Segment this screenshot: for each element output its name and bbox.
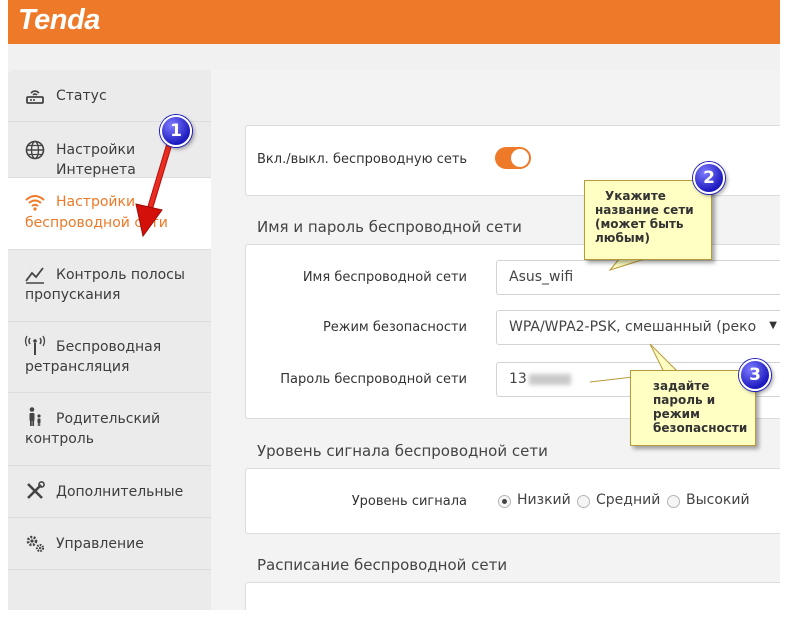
password-blur xyxy=(528,373,571,385)
security-mode-select[interactable]: WPA/WPA2-PSK, смешанный (реко ▼ xyxy=(496,310,780,345)
sidebar-item-label-line2: контроль xyxy=(25,431,94,447)
callout-3-line: безопасности xyxy=(653,421,748,435)
main-content: Вкл./выкл. беспроводную сеть Имя и парол… xyxy=(211,70,780,610)
section-title-signal: Уровень сигнала беспроводной сети xyxy=(257,442,548,460)
sidebar-item-label: Дополнительные xyxy=(56,484,184,500)
radio-signal-low-label: Низкий xyxy=(517,492,571,508)
annotation-badge-2: 2 xyxy=(693,162,725,194)
sidebar-item-advanced[interactable]: Дополнительные xyxy=(8,466,211,518)
security-mode-value: WPA/WPA2-PSK, смешанный (реко xyxy=(509,319,757,335)
app-header: Tenda xyxy=(8,0,780,44)
sidebar-item-label-line1: Настройки xyxy=(56,194,136,210)
callout-2-line: Укажите xyxy=(605,189,666,203)
sidebar-item-label-line1: Родительский xyxy=(56,411,161,427)
radio-signal-medium[interactable] xyxy=(577,495,590,508)
password-label: Пароль беспроводной сети xyxy=(280,372,467,387)
bandwidth-chart-icon xyxy=(25,267,44,284)
sidebar-item-status[interactable]: Статус xyxy=(8,70,211,122)
annotation-badge-1: 1 xyxy=(160,115,192,147)
tenda-logo[interactable]: Tenda xyxy=(18,4,100,37)
wifi-toggle-label: Вкл./выкл. беспроводную сеть xyxy=(257,152,468,167)
radio-signal-low[interactable] xyxy=(498,495,511,508)
sidebar-item-label-line2: ретрансляция xyxy=(25,359,130,375)
sidebar-item-label-line2: пропускания xyxy=(25,287,121,303)
annotation-callout-3: задайте пароль и режим безопасности xyxy=(630,370,756,446)
section-title-name-password: Имя и пароль беспроводной сети xyxy=(257,218,522,236)
signal-level-label: Уровень сигнала xyxy=(351,494,467,509)
antenna-icon xyxy=(24,335,46,355)
password-value: 13 xyxy=(509,371,527,387)
sidebar: Статус Настройки Интернета Настройки бес… xyxy=(8,70,211,610)
sidebar-item-label: Статус xyxy=(56,88,107,104)
annotation-badge-3: 3 xyxy=(739,359,771,391)
parent-child-icon xyxy=(29,407,41,426)
radio-signal-high[interactable] xyxy=(667,495,680,508)
sidebar-item-label: Управление xyxy=(56,536,144,552)
router-icon xyxy=(26,90,44,104)
sidebar-item-label-line2: беспроводной сети xyxy=(25,215,168,231)
sidebar-item-bandwidth-control[interactable]: Контроль полосы пропускания xyxy=(8,250,211,322)
sidebar-item-label: Настройки Интернета xyxy=(56,142,136,178)
security-mode-label: Режим безопасности xyxy=(322,320,467,335)
sidebar-item-management[interactable]: Управление xyxy=(8,518,211,570)
sidebar-item-label-line1: Беспроводная xyxy=(56,339,162,355)
callout-2-line: (может быть xyxy=(595,217,684,231)
ssid-label: Имя беспроводной сети xyxy=(302,270,467,285)
sidebar-item-parental-control[interactable]: Родительский контроль xyxy=(8,393,211,466)
ssid-input[interactable]: Asus_wifi xyxy=(496,260,780,295)
router-admin-frame: Статус Настройки Интернета Настройки бес… xyxy=(8,44,780,610)
annotation-callout-2: Укажите название сети (может быть любым) xyxy=(584,180,712,260)
sidebar-item-wireless-repeater[interactable]: Беспроводная ретрансляция xyxy=(8,322,211,393)
ssid-value: Asus_wifi xyxy=(509,269,574,285)
chevron-down-icon: ▼ xyxy=(769,320,777,331)
globe-icon xyxy=(25,140,45,160)
callout-3-line: задайте xyxy=(653,379,710,393)
callout-3-line: пароль и xyxy=(653,393,716,407)
sidebar-item-label-line1: Контроль полосы xyxy=(56,267,185,283)
gears-icon xyxy=(26,535,45,553)
tools-icon xyxy=(27,481,45,499)
radio-signal-medium-label: Средний xyxy=(596,492,661,508)
callout-2-line: любым) xyxy=(595,231,650,245)
wifi-icon xyxy=(25,195,45,211)
wifi-enable-toggle[interactable] xyxy=(495,147,531,169)
section-title-schedule: Расписание беспроводной сети xyxy=(257,556,508,574)
callout-3-line: режим xyxy=(653,407,700,421)
sidebar-item-wireless-settings[interactable]: Настройки беспроводной сети xyxy=(8,178,211,250)
radio-signal-high-label: Высокий xyxy=(686,492,750,508)
schedule-card xyxy=(245,582,780,610)
callout-2-line: название сети xyxy=(595,203,694,217)
